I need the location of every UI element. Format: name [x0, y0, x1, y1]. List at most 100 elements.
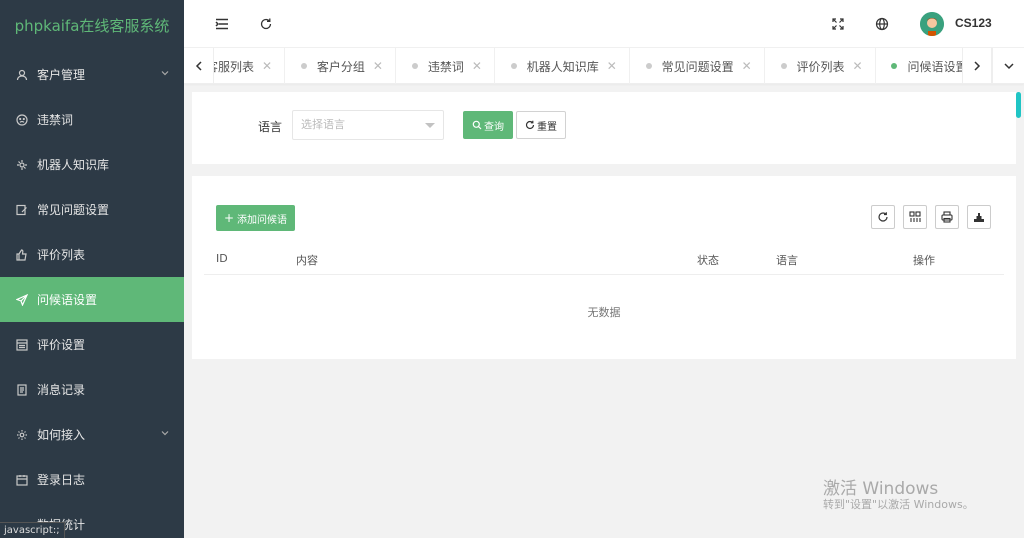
search-panel: 语言 选择语言 查询 重置 — [192, 92, 1016, 164]
column-header-language: 语言 — [776, 254, 798, 267]
language-button[interactable] — [872, 14, 892, 34]
search-icon — [472, 120, 482, 130]
column-header-actions: 操作 — [913, 254, 935, 267]
refresh-button[interactable] — [256, 14, 276, 34]
refresh-icon — [260, 18, 272, 30]
fullscreen-button[interactable] — [828, 14, 848, 34]
globe-icon — [875, 17, 889, 31]
tab-label: 机器人知识库 — [526, 59, 599, 74]
empty-state: 无数据 — [587, 306, 621, 319]
sidebar-item-label: 登录日志 — [37, 473, 86, 487]
tab-customer-service-list[interactable]: 客服列表 ✕ — [214, 48, 286, 84]
sidebar-item-how-to-integrate[interactable]: 如何接入 — [0, 412, 184, 457]
thumbs-up-icon — [16, 248, 28, 261]
table-panel: + 添加问候语 ID 内容 状态 语言 操作 无数据 — [192, 176, 1016, 359]
table-header-divider — [204, 274, 1004, 275]
tabs-dropdown-button[interactable] — [992, 48, 1024, 84]
reset-button[interactable]: 重置 — [516, 111, 566, 139]
sidebar-item-message-log[interactable]: 消息记录 — [0, 367, 184, 412]
robot-icon — [16, 159, 28, 171]
chevron-left-icon — [195, 61, 202, 71]
reset-label: 重置 — [537, 121, 557, 133]
column-header-content: 内容 — [296, 254, 318, 267]
avatar[interactable] — [920, 12, 944, 36]
username[interactable]: CS123 — [955, 16, 992, 30]
avatar-image-icon — [920, 12, 944, 36]
gear-icon — [16, 429, 28, 441]
sidebar-item-review-list[interactable]: 评价列表 — [0, 232, 184, 277]
add-greeting-button[interactable]: + 添加问候语 — [216, 205, 295, 231]
sidebar-item-label: 消息记录 — [37, 383, 86, 397]
tab-robot-kb[interactable]: 机器人知识库 ✕ — [499, 48, 630, 84]
sidebar-item-faq-settings[interactable]: 常见问题设置 — [0, 187, 184, 232]
sidebar: phpkaifa在线客服系统 客户管理 违禁词 机器人知识库 常见问题设置 评价… — [0, 0, 184, 538]
sidebar-item-label: 客户管理 — [37, 68, 86, 82]
tab-label: 客户分组 — [316, 59, 365, 74]
close-icon[interactable]: ✕ — [472, 59, 482, 73]
scrollbar-thumb[interactable] — [1016, 92, 1021, 118]
sidebar-item-label: 评价列表 — [37, 248, 86, 262]
plus-icon: + — [223, 211, 235, 225]
edit-icon — [16, 204, 28, 216]
tabs-scroll-right-button[interactable] — [962, 48, 992, 84]
tab-banned-words[interactable]: 违禁词 ✕ — [400, 48, 495, 84]
language-select[interactable]: 选择语言 — [292, 110, 444, 140]
tab-faq-settings[interactable]: 常见问题设置 ✕ — [634, 48, 765, 84]
page-tabs: 客服列表 ✕ 客户分组 ✕ 违禁词 ✕ 机器人知识库 ✕ 常见问题设置 ✕ 评价列表 ✕ 问… — [184, 48, 1024, 84]
tab-dot — [891, 63, 898, 69]
table-refresh-button[interactable] — [871, 205, 895, 229]
log-icon — [16, 383, 28, 396]
table-print-button[interactable] — [935, 205, 959, 229]
tab-dot — [411, 63, 418, 69]
tab-label: 问候语设置 — [907, 59, 962, 74]
table-export-button[interactable] — [967, 205, 991, 229]
refresh-icon — [878, 212, 888, 222]
close-icon[interactable]: ✕ — [262, 59, 272, 73]
sidebar-item-label: 评价设置 — [37, 338, 86, 352]
fullscreen-icon — [832, 18, 844, 30]
sidebar-item-banned-words[interactable]: 违禁词 — [0, 97, 184, 142]
table-columns-button[interactable] — [903, 205, 927, 229]
tab-label: 评价列表 — [796, 59, 845, 74]
print-icon — [941, 211, 953, 223]
column-header-id: ID — [216, 252, 228, 265]
tab-customer-groups[interactable]: 客户分组 ✕ — [289, 48, 396, 84]
sidebar-item-review-settings[interactable]: 评价设置 — [0, 322, 184, 367]
tab-label: 违禁词 — [427, 59, 464, 74]
close-icon[interactable]: ✕ — [373, 59, 383, 73]
chevron-down-icon — [161, 71, 169, 76]
sidebar-item-robot-kb[interactable]: 机器人知识库 — [0, 142, 184, 187]
face-icon — [16, 113, 28, 126]
sidebar-item-label: 违禁词 — [37, 113, 74, 127]
tab-greeting-settings[interactable]: 问候语设置✕ — [879, 48, 962, 84]
add-greeting-label: 添加问候语 — [237, 214, 288, 226]
menu-fold-icon — [215, 18, 228, 30]
chevron-down-icon — [161, 431, 169, 436]
sidebar-item-greeting-settings[interactable]: 问候语设置 — [0, 277, 184, 322]
query-label: 查询 — [484, 121, 504, 133]
sidebar-item-login-log[interactable]: 登录日志 — [0, 457, 184, 502]
sidebar-item-customer-management[interactable]: 客户管理 — [0, 52, 184, 97]
tab-list: 客服列表 ✕ 客户分组 ✕ 违禁词 ✕ 机器人知识库 ✕ 常见问题设置 ✕ 评价列表 ✕ 问… — [214, 48, 962, 84]
caret-down-icon — [425, 123, 435, 128]
sidebar-item-label: 常见问题设置 — [37, 203, 110, 217]
chevron-down-icon — [1003, 63, 1014, 70]
activation-watermark-subtitle: 转到"设置"以激活 Windows。 — [823, 498, 974, 511]
column-header-status: 状态 — [697, 254, 719, 267]
sidebar-item-label: 如何接入 — [37, 428, 86, 442]
close-icon[interactable]: ✕ — [742, 59, 752, 73]
status-bar-url: javascript:; — [0, 522, 65, 538]
close-icon[interactable]: ✕ — [607, 59, 617, 73]
form-icon — [16, 338, 28, 351]
language-select-placeholder: 选择语言 — [301, 118, 345, 131]
top-header: CS123 — [184, 0, 1024, 48]
tabs-scroll-left-button[interactable] — [184, 48, 214, 84]
close-icon[interactable]: ✕ — [853, 59, 863, 73]
send-icon — [16, 293, 28, 306]
columns-icon — [909, 211, 921, 222]
menu-toggle-button[interactable] — [212, 14, 232, 34]
app-title: phpkaifa在线客服系统 — [14, 17, 170, 35]
tab-review-list[interactable]: 评价列表 ✕ — [769, 48, 876, 84]
query-button[interactable]: 查询 — [463, 111, 513, 139]
sidebar-item-label: 机器人知识库 — [37, 158, 110, 172]
